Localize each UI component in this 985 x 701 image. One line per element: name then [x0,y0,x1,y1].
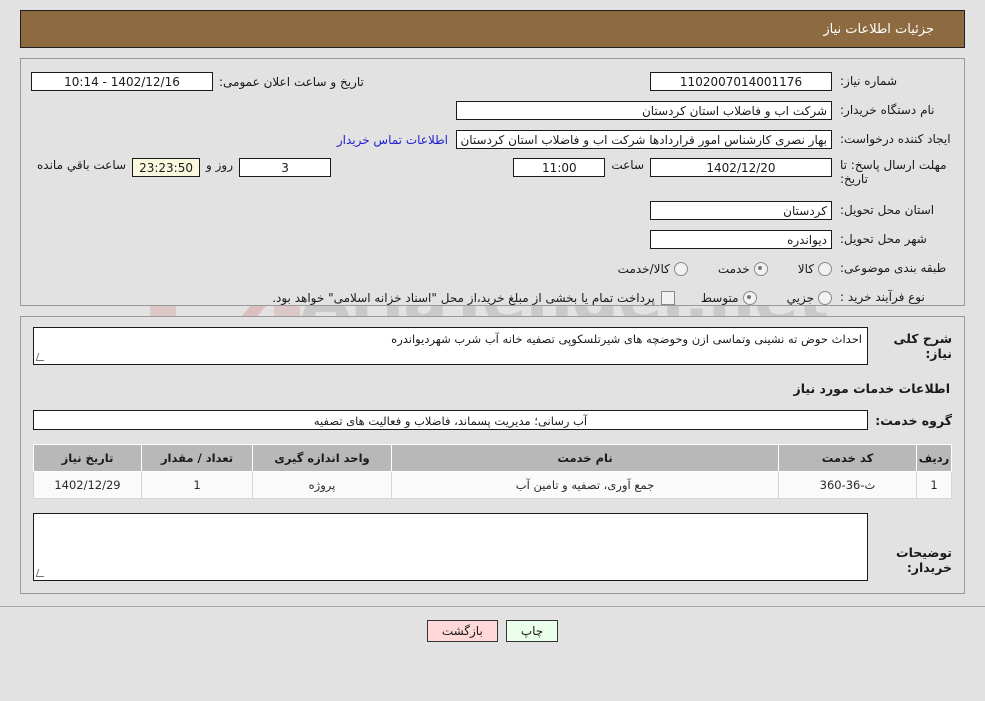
need-info-panel: شماره نیاز: 1102007014001176 تاریخ و ساع… [20,58,965,306]
radio-selected-icon[interactable] [742,290,757,305]
radio-icon[interactable] [673,261,688,276]
province-label: استان محل تحویل: [840,203,935,217]
need-number-value: 1102007014001176 [650,72,832,91]
cell-service-name: جمع آوری، تصفیه و تامین آب [391,471,779,499]
row-need-number: شماره نیاز: 1102007014001176 تاریخ و ساع… [21,67,964,96]
row-city: شهر محل تحویل: دیواندره [21,225,964,254]
process-option-jozee[interactable]: جزیي [786,290,832,305]
treasury-checkbox[interactable] [660,290,675,305]
publish-datetime-value: 1402/12/16 - 10:14 [31,72,213,91]
cell-quantity: 1 [141,471,253,499]
need-details-panel: شرح کلی نیاز: احداث حوض ته نشینی وتماسی … [20,316,965,594]
service-group-label: گروه خدمت: [875,412,952,428]
column-header-quantity: تعداد / مقدار [141,444,253,472]
need-summary-label: شرح کلی نیاز: [893,331,952,361]
deadline-hour-label: ساعت [611,158,644,172]
cell-unit: پروژه [252,471,392,499]
publish-datetime-label: تاریخ و ساعت اعلان عمومی: [219,74,364,89]
radio-icon[interactable] [818,290,832,305]
row-creator: ایجاد کننده درخواست: بهار نصری کارشناس ا… [21,125,964,154]
row-category: طبقه بندی موضوعی: کالا خدمت کالا/خدمت [21,254,964,283]
row-buyer-org: نام دستگاه خریدار: شرکت اب و فاضلاب استا… [21,96,964,125]
column-header-service-code: کد خدمت [778,444,917,472]
row-service-group: گروه خدمت: آب رسانی؛ مدیریت پسماند، فاضل… [33,410,952,430]
process-option-label: متوسط [700,290,739,305]
remaining-time-value: 23:23:50 [132,158,201,177]
page-root: جزئیات اطلاعات نیاز شماره نیاز: 11020070… [0,10,985,652]
radio-selected-icon[interactable] [753,261,768,276]
radio-icon[interactable] [818,261,832,276]
process-option-motevaset[interactable]: متوسط [700,290,757,305]
treasury-checkbox-label: پرداخت تمام یا بخشی از مبلغ خرید،از محل … [272,290,655,305]
print-button[interactable]: چاپ [505,620,559,642]
column-header-unit: واحد اندازه گیری [252,444,392,472]
category-option-khedmat[interactable]: خدمت [717,261,768,276]
column-header-need-date: تاریخ نیاز [33,444,142,472]
deadline-date-value: 1402/12/20 [650,158,832,177]
page-title-bar: جزئیات اطلاعات نیاز [20,10,965,48]
back-button[interactable]: بازگشت [426,620,498,642]
buyer-notes-textarea[interactable] [33,513,868,581]
row-province: استان محل تحویل: کردستان [21,196,964,225]
process-option-label: جزیي [786,290,814,305]
column-header-service-name: نام خدمت [391,444,779,472]
need-summary-textarea[interactable]: احداث حوض ته نشینی وتماسی ازن وحوضچه های… [33,327,868,365]
row-process: نوع فرآیند خرید : جزیي متوسط پرداخت تمام… [21,283,964,312]
category-option-kala[interactable]: کالا [797,261,832,276]
row-need-summary: شرح کلی نیاز: احداث حوض ته نشینی وتماسی … [33,327,952,365]
city-label: شهر محل تحویل: [840,232,927,246]
row-deadline: مهلت ارسال پاسخ: تا تاریخ: 1402/12/20 سا… [21,154,964,196]
creator-value: بهار نصری کارشناس امور قراردادها شرکت اب… [456,130,832,149]
page-title: جزئیات اطلاعات نیاز [823,21,934,37]
category-option-label: کالا [797,261,814,276]
need-number-label: شماره نیاز: [840,74,897,88]
buyer-notes-label: توضیحات خریدار: [896,545,952,575]
services-section-title: اطلاعات خدمات مورد نیاز [793,381,951,396]
deadline-hour-value: 11:00 [513,158,606,177]
table-header-row: ردیف کد خدمت نام خدمت واحد اندازه گیری ت… [33,444,952,472]
category-option-label: کالا/خدمت [617,261,670,276]
process-label: نوع فرآیند خرید : [840,290,925,304]
buyer-org-value: شرکت اب و فاضلاب استان کردستان [456,101,832,120]
footer-actions: بازگشت چاپ [0,607,985,652]
table-row: 1 ث-36-360 جمع آوری، تصفیه و تامین آب پر… [33,471,952,499]
category-radio-group: کالا خدمت کالا/خدمت [592,261,832,276]
process-radio-group: جزیي متوسط [675,290,832,305]
buyer-contact-link[interactable]: اطلاعات تماس خریدار [329,133,456,147]
service-group-value: آب رسانی؛ مدیریت پسماند، فاضلاب و فعالیت… [33,410,868,430]
category-option-label: خدمت [717,261,750,276]
remaining-time-label: ساعت باقي مانده [37,158,127,172]
cell-service-code: ث-36-360 [778,471,917,499]
column-header-radif: ردیف [916,444,952,472]
deadline-label: مهلت ارسال پاسخ: تا تاریخ: [840,158,947,186]
province-value: کردستان [650,201,832,220]
cell-need-date: 1402/12/29 [33,471,142,499]
category-label: طبقه بندی موضوعی: [840,261,947,275]
cell-radif: 1 [916,471,952,499]
city-value: دیواندره [650,230,832,249]
services-table: ردیف کد خدمت نام خدمت واحد اندازه گیری ت… [33,444,952,499]
row-buyer-notes: توضیحات خریدار: [33,513,952,581]
category-option-kala-khedmat[interactable]: کالا/خدمت [617,261,688,276]
creator-label: ایجاد کننده درخواست: [840,132,951,146]
remaining-days-label: روز و [206,158,234,172]
remaining-days-value: 3 [239,158,332,177]
buyer-org-label: نام دستگاه خریدار: [840,103,935,117]
